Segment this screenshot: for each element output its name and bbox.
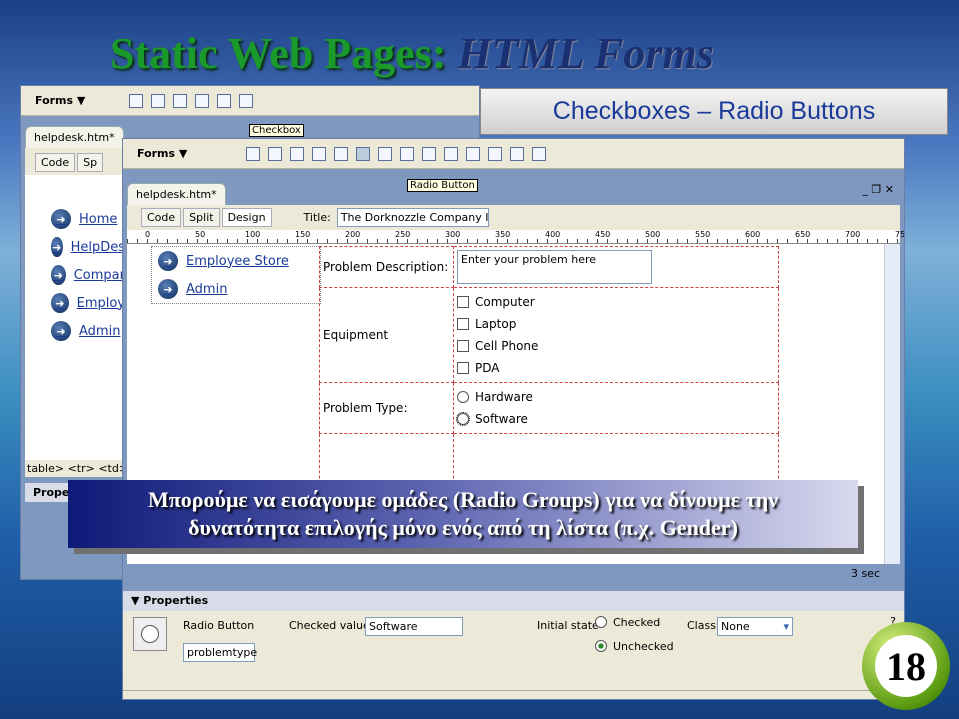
properties-header[interactable]: ▼ Properties [123, 591, 904, 611]
forms-toolbar: Forms ▼ [21, 86, 479, 116]
ruler-tick-label: 750 [895, 230, 905, 239]
initial-state-checked-radio[interactable]: Checked [595, 611, 660, 633]
nav-link[interactable]: ➜ Employee Store [152, 247, 320, 275]
hidden-field-icon[interactable] [290, 146, 305, 161]
field-label: Problem Type: [319, 382, 454, 434]
split-button[interactable]: Sp [77, 153, 104, 172]
arrow-icon: ➜ [51, 237, 63, 257]
field-label: Problem Description: [319, 246, 454, 288]
radio-button-icon[interactable] [356, 146, 371, 161]
front-window: Forms ▼ Radio Button helpdesk.htm* _ ❐ ✕… [122, 138, 905, 700]
form-icon[interactable] [246, 146, 261, 161]
class-select[interactable]: None ▾ [717, 617, 793, 636]
tooltip: Checkbox [249, 124, 304, 137]
image-field-icon[interactable] [444, 146, 459, 161]
ruler-tick-label: 600 [745, 230, 761, 239]
window-controls[interactable]: _ ❐ ✕ [862, 183, 894, 196]
forms-menu[interactable]: Forms [137, 147, 175, 160]
checkbox-pda[interactable]: PDA [457, 357, 775, 379]
section-label: Checkboxes – Radio Buttons [480, 88, 948, 135]
nav-link[interactable]: ➜ Admin [152, 275, 320, 303]
ruler: 0 50 100 150 200 250 300 350 400 450 500 550 600 650 7… [127, 230, 904, 244]
textarea-icon[interactable] [312, 146, 327, 161]
checkbox-icon[interactable] [217, 93, 232, 108]
button-icon[interactable] [488, 146, 503, 161]
checkbox-computer[interactable]: Computer [457, 291, 775, 313]
checked-value-label: Checked value [289, 619, 370, 632]
name-input[interactable]: problemtype [183, 643, 257, 662]
title-input[interactable]: The Dorknozzle Company Intra [336, 208, 489, 227]
forms-toolbar: Forms ▼ [123, 139, 904, 169]
properties-panel: Radio Button problemtype Checked value S… [123, 611, 904, 691]
document-tab[interactable]: helpdesk.htm* [127, 183, 226, 205]
textfield-icon[interactable] [268, 146, 283, 161]
code-button[interactable]: Code [35, 153, 76, 172]
list-menu-icon[interactable] [400, 146, 415, 161]
nav-link[interactable]: ➜ Home [45, 205, 125, 233]
caption-box: Μπορούμε να εισάγουμε ομάδες (Radio Grou… [68, 480, 858, 548]
radio-button-icon [133, 617, 167, 651]
radio-group-icon[interactable] [378, 146, 393, 161]
ruler-tick-label: 650 [795, 230, 811, 239]
ruler-tick-label: 0 [145, 230, 151, 239]
ruler-tick-label: 550 [695, 230, 711, 239]
problem-description-textarea[interactable]: Enter your problem here [457, 250, 652, 284]
design-button[interactable]: Design [221, 208, 272, 227]
checked-value-input[interactable]: Software [365, 617, 463, 636]
code-button[interactable]: Code [141, 208, 182, 227]
ruler-tick-label: 300 [445, 230, 461, 239]
checkbox-cell-phone[interactable]: Cell Phone [457, 335, 775, 357]
download-time: 3 sec [850, 567, 880, 580]
form-icon[interactable] [129, 93, 144, 108]
textarea-icon[interactable] [195, 93, 210, 108]
radio-software[interactable]: Software [456, 408, 775, 430]
ruler-tick-label: 400 [545, 230, 561, 239]
checkbox-laptop[interactable]: Laptop [457, 313, 775, 335]
initial-state-unchecked-radio[interactable]: Unchecked [595, 635, 674, 657]
element-type: Radio Button [183, 619, 255, 632]
split-button[interactable]: Split [183, 208, 220, 227]
forms-menu[interactable]: Forms [35, 94, 73, 107]
vertical-scrollbar[interactable] [884, 244, 900, 564]
arrow-icon: ➜ [158, 251, 178, 271]
arrow-icon: ➜ [51, 265, 66, 285]
radio-icon[interactable] [239, 93, 254, 108]
nav-link[interactable]: ➜ Employ [45, 289, 125, 317]
ruler-tick-label: 200 [345, 230, 361, 239]
jump-menu-icon[interactable] [422, 146, 437, 161]
ruler-tick-label: 250 [395, 230, 411, 239]
checkbox-icon[interactable] [334, 146, 349, 161]
nav-link[interactable]: ➜ Compar [45, 261, 125, 289]
label-icon[interactable] [510, 146, 525, 161]
nav-link[interactable]: ➜ Admin [45, 317, 125, 345]
textfield-icon[interactable] [151, 93, 166, 108]
helpdesk-form: Problem Description: Enter your problem h… [319, 246, 779, 494]
class-label: Class [687, 619, 716, 632]
file-field-icon[interactable] [466, 146, 481, 161]
ruler-tick-label: 700 [845, 230, 861, 239]
ruler-tick-label: 100 [245, 230, 261, 239]
ruler-tick-label: 350 [495, 230, 511, 239]
field-label: Equipment [319, 287, 454, 383]
page-number-badge: 18 [862, 622, 950, 710]
ruler-tick-label: 50 [195, 230, 206, 239]
radio-hardware[interactable]: Hardware [457, 386, 775, 408]
document-tab[interactable]: helpdesk.htm* [25, 126, 124, 148]
ruler-tick-label: 450 [595, 230, 611, 239]
slide-title: Static Web Pages: HTML Forms [110, 29, 714, 78]
initial-state-label: Initial state [537, 619, 599, 632]
arrow-icon: ➜ [51, 321, 71, 341]
arrow-icon: ➜ [51, 293, 69, 313]
hidden-field-icon[interactable] [173, 93, 188, 108]
tooltip: Radio Button [407, 179, 478, 192]
title-label: Title: [303, 211, 331, 224]
arrow-icon: ➜ [158, 279, 178, 299]
arrow-icon: ➜ [51, 209, 71, 229]
ruler-tick-label: 500 [645, 230, 661, 239]
ruler-tick-label: 150 [295, 230, 311, 239]
nav-link[interactable]: ➜ HelpDes [45, 233, 125, 261]
fieldset-icon[interactable] [532, 146, 547, 161]
